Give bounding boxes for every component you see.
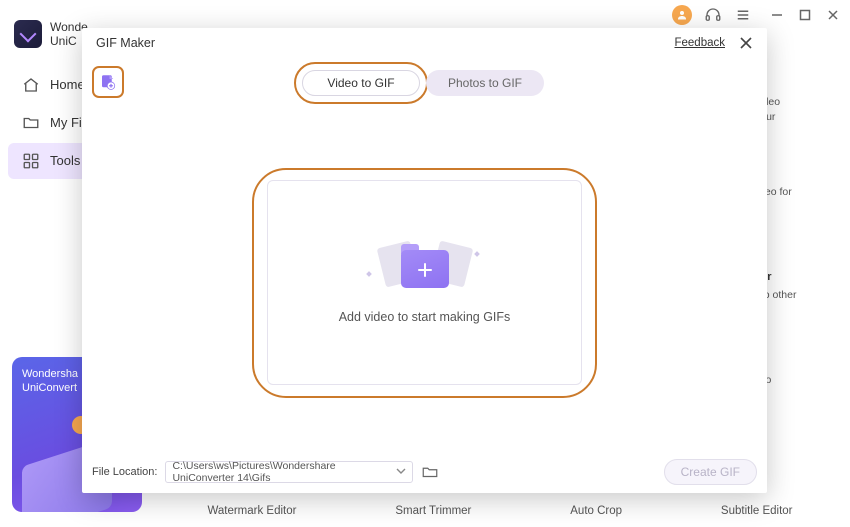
feedback-link[interactable]: Feedback [674,37,725,49]
app-logo [14,20,42,48]
tab-video-to-gif[interactable]: Video to GIF [302,70,420,96]
tool-autocrop[interactable]: Auto Crop [570,505,622,517]
folder-icon [22,114,40,132]
home-icon [22,76,40,94]
menu-icon[interactable] [734,6,752,24]
close-modal-button[interactable] [739,36,753,50]
close-window-button[interactable] [826,8,840,22]
sidebar-label-files: My Fil [50,115,85,130]
open-folder-button[interactable] [421,463,439,481]
modal-title: GIF Maker [96,36,155,50]
tool-subtitle[interactable]: Subtitle Editor [721,505,793,517]
sidebar-label-home: Home [50,77,85,92]
file-location-select[interactable]: C:\Users\ws\Pictures\Wondershare UniConv… [165,461,413,483]
tool-watermark[interactable]: Watermark Editor [207,505,296,517]
tab-photos-to-gif[interactable]: Photos to GIF [426,70,544,96]
file-location-value: C:\Users\ws\Pictures\Wondershare UniConv… [172,460,396,484]
gif-maker-modal: GIF Maker Feedback Video to GIF Photos t… [82,28,767,493]
minimize-button[interactable] [770,8,784,22]
folder-plus-icon [395,242,455,288]
add-file-button[interactable] [92,66,124,98]
user-avatar[interactable] [672,5,692,25]
file-location-label: File Location: [92,466,157,478]
tool-trimmer[interactable]: Smart Trimmer [395,505,471,517]
maximize-button[interactable] [798,8,812,22]
create-gif-button[interactable]: Create GIF [664,459,757,485]
headset-icon[interactable] [704,6,722,24]
tools-icon [22,152,40,170]
dropzone-add-video[interactable]: Add video to start making GIFs [267,180,582,385]
sidebar-label-tools: Tools [50,153,80,168]
dropzone-hint: Add video to start making GIFs [339,310,511,324]
chevron-down-icon [396,466,406,479]
tool-strip: Watermark Editor Smart Trimmer Auto Crop… [158,499,842,523]
